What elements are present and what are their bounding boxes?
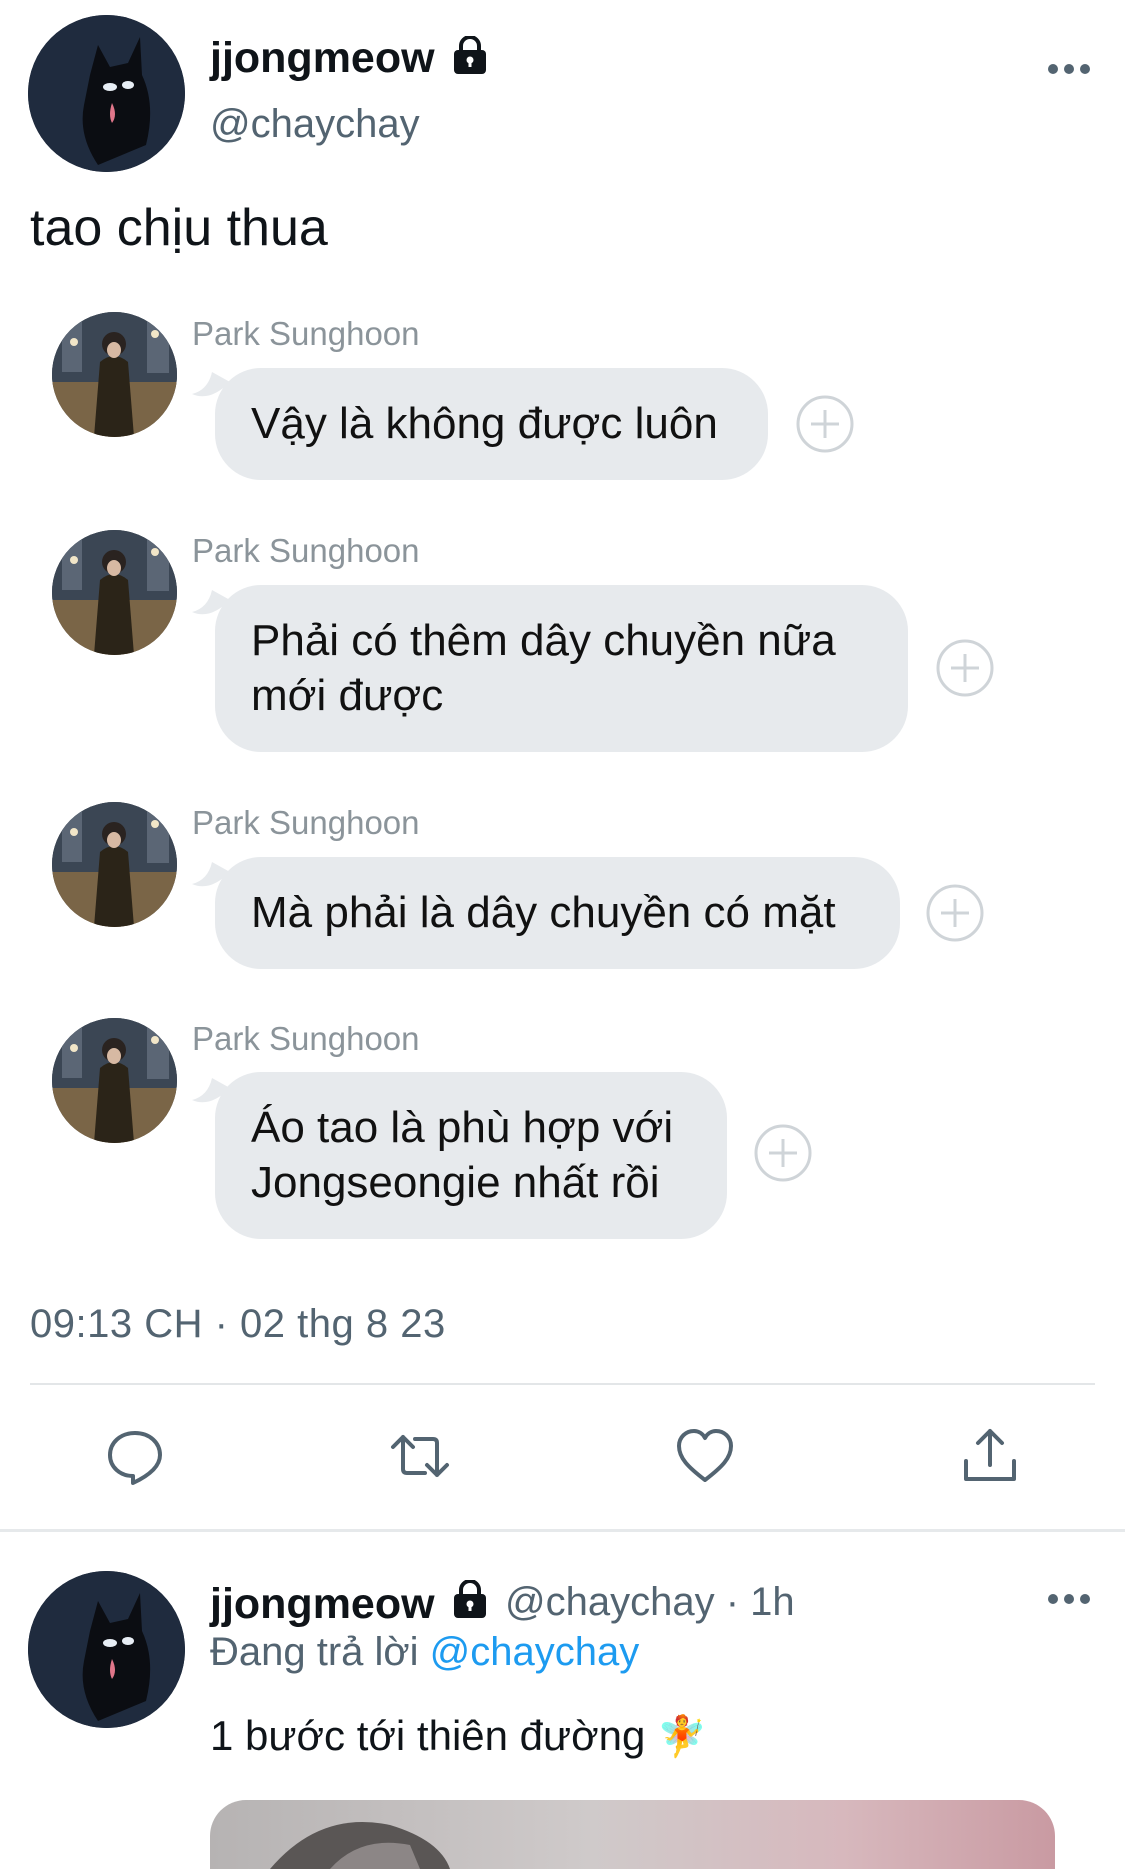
sender-name: Park Sunghoon	[192, 804, 420, 841]
author-name[interactable]: jjongmeow	[210, 34, 435, 82]
reply-header: jjongmeow	[210, 1580, 435, 1629]
reply-text-row: 1 bước tới thiên đường 🧚	[210, 1712, 707, 1760]
message-text-line: Jongseongie nhất rồi	[251, 1158, 660, 1207]
lock-icon	[450, 1580, 490, 1620]
section-divider	[0, 1529, 1125, 1532]
separator-dot: ·	[725, 1580, 740, 1624]
reply-author-handle[interactable]: @chaychay	[505, 1580, 715, 1624]
more-options-icon[interactable]	[1047, 62, 1091, 76]
tweet-timestamp[interactable]: 09:13 CH · 02 thg 8 23	[30, 1302, 446, 1347]
tweet-text: tao chịu thua	[30, 199, 328, 257]
reply-media-image[interactable]	[210, 1800, 1055, 1869]
reply-author-avatar[interactable]	[28, 1571, 185, 1728]
sender-avatar	[52, 530, 177, 655]
message-text: Vậy là không được luôn	[251, 399, 718, 448]
sender-name: Park Sunghoon	[192, 532, 420, 569]
share-icon[interactable]	[959, 1425, 1021, 1487]
message-bubble: Vậy là không được luôn	[215, 368, 768, 480]
message-bubble: Mà phải là dây chuyền có mặt	[215, 857, 900, 969]
reply-icon[interactable]	[104, 1425, 166, 1487]
author-handle[interactable]: @chaychay	[210, 102, 420, 147]
message-bubble: Phải có thêm dây chuyền nữa mới được	[215, 585, 908, 752]
message-text-line: Áo tao là phù hợp với	[251, 1103, 674, 1152]
sender-avatar	[52, 802, 177, 927]
fairy-emoji: 🧚	[657, 1715, 707, 1759]
lock-icon	[450, 36, 490, 76]
like-icon[interactable]	[674, 1425, 736, 1487]
add-reaction-icon	[796, 395, 854, 453]
divider	[30, 1383, 1095, 1385]
sender-name: Park Sunghoon	[192, 315, 420, 352]
add-reaction-icon	[754, 1124, 812, 1182]
sender-avatar	[52, 1018, 177, 1143]
reply-text: 1 bước tới thiên đường	[210, 1712, 646, 1759]
reply-author-name[interactable]: jjongmeow	[210, 1580, 435, 1628]
message-text-line: Phải có thêm dây chuyền nữa	[251, 616, 836, 665]
retweet-icon[interactable]	[389, 1425, 451, 1487]
add-reaction-icon	[926, 884, 984, 942]
message-text: Mà phải là dây chuyền có mặt	[251, 888, 836, 937]
replying-to: Đang trả lời @chaychay	[210, 1630, 639, 1675]
replying-to-label: Đang trả lời	[210, 1630, 419, 1674]
message-text-line: mới được	[251, 671, 444, 720]
more-options-icon[interactable]	[1047, 1592, 1091, 1606]
message-bubble: Áo tao là phù hợp với Jongseongie nhất r…	[215, 1072, 727, 1239]
sender-avatar	[52, 312, 177, 437]
add-reaction-icon	[936, 639, 994, 697]
sender-name: Park Sunghoon	[192, 1020, 420, 1057]
replying-to-mention[interactable]: @chaychay	[430, 1630, 640, 1674]
reply-time[interactable]: 1h	[750, 1580, 795, 1624]
author-avatar[interactable]	[28, 15, 185, 172]
